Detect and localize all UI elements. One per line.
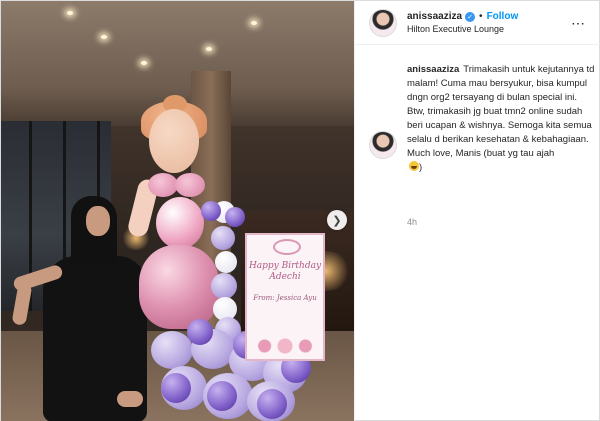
post-header: anissaaziza ✓ • Follow Hilton Executive … xyxy=(355,1,600,45)
post-photo[interactable]: Happy Birthday Adechi From: Jessica Ayu … xyxy=(1,1,354,421)
ceiling-light xyxy=(67,11,73,15)
balloon xyxy=(207,381,237,411)
balloon-bust xyxy=(175,173,205,197)
caption-text: anissaaziza Trimakasih untuk kejutannya t… xyxy=(407,63,597,175)
post-sidebar: anissaaziza ✓ • Follow Hilton Executive … xyxy=(354,1,600,421)
header-text: anissaaziza ✓ • Follow Hilton Executive … xyxy=(407,11,518,34)
header-row: anissaaziza ✓ • Follow xyxy=(407,11,518,22)
separator-dot: • xyxy=(479,11,483,22)
caption-signoff: Much love, Manis (buat yg tau ajah xyxy=(407,148,555,159)
balloon xyxy=(225,207,245,227)
avatar[interactable] xyxy=(369,131,397,159)
woman-hand xyxy=(117,391,143,407)
instagram-post: Happy Birthday Adechi From: Jessica Ayu … xyxy=(0,0,600,421)
balloon xyxy=(151,331,193,369)
ceiling-light xyxy=(251,21,257,25)
username-link[interactable]: anissaaziza xyxy=(407,11,462,22)
location-link[interactable]: Hilton Executive Lounge xyxy=(407,24,518,34)
balloon-belly xyxy=(156,197,204,249)
avatar[interactable] xyxy=(369,8,397,37)
chevron-right-icon: ❯ xyxy=(332,214,342,227)
verified-badge-icon: ✓ xyxy=(465,11,476,22)
post-timestamp[interactable]: 4h xyxy=(407,217,417,227)
balloon-head xyxy=(149,109,199,173)
caption-body: Trimakasih untuk kejutannya td malam! Cu… xyxy=(407,64,595,145)
ceiling-light xyxy=(101,35,107,39)
caption-username-link[interactable]: anissaaziza xyxy=(407,64,459,75)
ceiling-light xyxy=(206,47,212,51)
ceiling-light xyxy=(141,61,147,65)
balloon xyxy=(211,226,235,250)
more-options-icon[interactable]: ⋯ xyxy=(571,15,586,32)
balloon-bust xyxy=(148,173,178,197)
grinning-sweat-emoji-icon xyxy=(409,161,419,171)
balloon-skirt xyxy=(139,245,219,329)
card-name: Adechi xyxy=(269,272,301,282)
roses-icon xyxy=(251,337,319,355)
caption-paren: ) xyxy=(419,162,423,173)
follow-button[interactable]: Follow xyxy=(487,11,519,22)
card-from: From: Jessica Ayu xyxy=(253,294,317,302)
bow-icon xyxy=(273,239,301,255)
birthday-card: Happy Birthday Adechi From: Jessica Ayu xyxy=(245,233,325,361)
balloon xyxy=(187,319,213,345)
balloon xyxy=(257,389,287,419)
card-greeting: Happy Birthday xyxy=(248,261,322,271)
next-photo-button[interactable]: ❯ xyxy=(327,210,347,230)
balloon xyxy=(215,251,237,273)
balloon xyxy=(161,373,191,403)
balloon xyxy=(201,201,221,221)
balloon xyxy=(211,273,237,299)
woman-face xyxy=(86,206,110,236)
